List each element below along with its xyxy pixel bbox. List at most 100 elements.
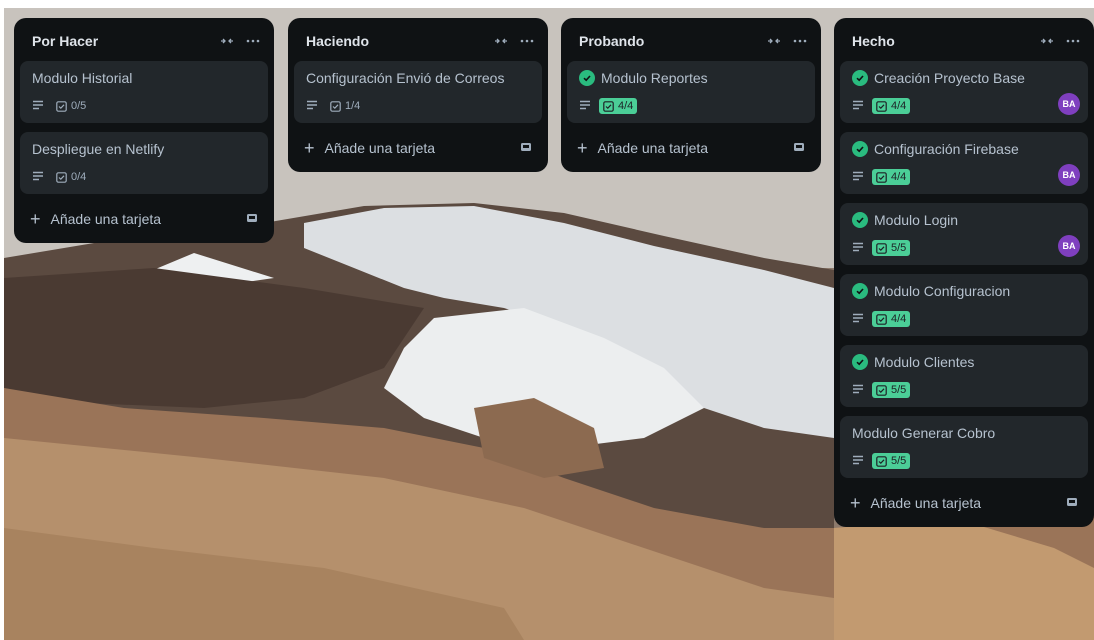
checklist-icon [876,455,887,467]
checklist-icon [56,100,67,112]
description-icon [852,239,864,257]
card[interactable]: Modulo Clientes 5/5 [840,345,1088,407]
card-title: Modulo Generar Cobro [852,425,996,441]
template-icon[interactable] [1066,495,1078,511]
template-icon[interactable] [793,140,805,156]
checklist-count: 4/4 [891,313,907,325]
check-circle-icon [579,70,595,86]
checklist-badge: 4/4 [599,98,638,114]
card-title: Modulo Reportes [601,70,708,86]
card[interactable]: Creación Proyecto Base 4/4 BA [840,61,1088,123]
checklist-count: 5/5 [891,384,907,396]
card[interactable]: Modulo Generar Cobro 5/5 [840,416,1088,478]
checklist-badge: 0/4 [52,169,90,185]
checklist-count: 0/4 [71,171,87,183]
card-title: Configuración Envió de Correos [306,70,505,86]
checklist-count: 4/4 [618,100,634,112]
description-icon [852,381,864,399]
checklist-count: 5/5 [891,242,907,254]
check-circle-icon [852,141,868,157]
plus-icon: + [850,493,861,513]
more-icon[interactable] [520,39,534,43]
check-circle-icon [852,212,868,228]
more-icon[interactable] [1066,39,1080,43]
list-title[interactable]: Haciendo [306,33,369,49]
add-card-button[interactable]: + Añade una tarjeta [567,132,815,164]
list-haciendo: Haciendo Configuración Envió de Correos … [288,18,548,172]
add-card-label: Añade una tarjeta [870,495,982,511]
description-icon [852,452,864,470]
list-header: Por Hacer [20,26,268,56]
list-title[interactable]: Por Hacer [32,33,98,49]
avatar[interactable]: BA [1058,93,1080,115]
description-icon [852,168,864,186]
checklist-icon [56,171,67,183]
checklist-badge: 5/5 [872,240,911,256]
checklist-count: 0/5 [71,100,87,112]
check-circle-icon [852,354,868,370]
checklist-icon [603,100,614,112]
checklist-icon [876,242,887,254]
card[interactable]: Modulo Login 5/5 BA [840,203,1088,265]
checklist-count: 4/4 [891,171,907,183]
avatar[interactable]: BA [1058,235,1080,257]
card-title: Modulo Clientes [874,354,975,370]
description-icon [32,97,44,115]
description-icon [852,97,864,115]
card-title: Modulo Historial [32,70,133,86]
list-title[interactable]: Probando [579,33,644,49]
collapse-icon[interactable] [767,36,781,46]
checklist-badge: 4/4 [872,169,911,185]
list-title[interactable]: Hecho [852,33,895,49]
description-icon [306,97,318,115]
collapse-icon[interactable] [494,36,508,46]
card-title: Modulo Configuracion [874,283,1011,299]
description-icon [852,310,864,328]
list-por-hacer: Por Hacer Modulo Historial 0/5 Despliegu… [14,18,274,243]
checklist-count: 5/5 [891,455,907,467]
plus-icon: + [304,138,315,158]
checklist-icon [330,100,341,112]
card-title: Creación Proyecto Base [874,70,1025,86]
checklist-badge: 4/4 [872,311,911,327]
collapse-icon[interactable] [1040,36,1054,46]
add-card-label: Añade una tarjeta [50,211,162,227]
checklist-icon [876,171,887,183]
check-circle-icon [852,70,868,86]
card[interactable]: Configuración Envió de Correos 1/4 [294,61,542,123]
card-title: Configuración Firebase [874,141,1019,157]
add-card-button[interactable]: + Añade una tarjeta [840,487,1088,519]
checklist-badge: 5/5 [872,382,911,398]
add-card-button[interactable]: + Añade una tarjeta [20,203,268,235]
plus-icon: + [30,209,41,229]
checklist-icon [876,384,887,396]
list-probando: Probando Modulo Reportes 4/4 + Añade una … [561,18,821,172]
more-icon[interactable] [246,39,260,43]
list-hecho: Hecho Creación Proyecto Base 4/4 BA Conf… [834,18,1094,527]
checklist-count: 4/4 [891,100,907,112]
card[interactable]: Modulo Reportes 4/4 [567,61,815,123]
card[interactable]: Configuración Firebase 4/4 BA [840,132,1088,194]
checklist-badge: 0/5 [52,98,90,114]
collapse-icon[interactable] [220,36,234,46]
template-icon[interactable] [520,140,532,156]
card[interactable]: Modulo Configuracion 4/4 [840,274,1088,336]
template-icon[interactable] [246,211,258,227]
plus-icon: + [577,138,588,158]
card[interactable]: Despliegue en Netlify 0/4 [20,132,268,194]
add-card-button[interactable]: + Añade una tarjeta [294,132,542,164]
list-header: Haciendo [294,26,542,56]
checklist-badge: 5/5 [872,453,911,469]
check-circle-icon [852,283,868,299]
avatar[interactable]: BA [1058,164,1080,186]
more-icon[interactable] [793,39,807,43]
card[interactable]: Modulo Historial 0/5 [20,61,268,123]
description-icon [32,168,44,186]
add-card-label: Añade una tarjeta [597,140,709,156]
card-title: Despliegue en Netlify [32,141,165,157]
checklist-icon [876,313,887,325]
checklist-badge: 1/4 [326,98,364,114]
checklist-badge: 4/4 [872,98,911,114]
add-card-label: Añade una tarjeta [324,140,436,156]
list-header: Probando [567,26,815,56]
